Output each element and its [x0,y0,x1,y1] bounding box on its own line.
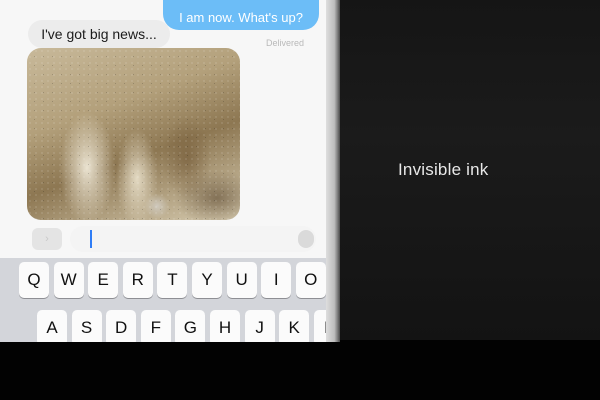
key-h[interactable]: H [210,310,240,342]
delivery-status: Delivered [266,38,305,48]
key-s[interactable]: S [71,310,102,342]
stage-floor [0,340,600,400]
camera-button[interactable]: › [32,228,62,250]
message-input-bar: › [0,224,326,256]
invisible-ink-image-message[interactable] [27,48,240,220]
key-q[interactable]: Q [19,262,49,298]
keyboard-row-1: QWERTYUIOP [0,262,340,302]
keynote-stage: Invisible ink I am now. What's up? Deliv… [0,0,600,400]
key-j[interactable]: J [244,310,275,342]
slide-caption: Invisible ink [398,160,489,179]
messages-screen: I am now. What's up? Delivered I've got … [0,0,340,342]
message-text-field[interactable] [70,226,316,252]
received-message-bubble[interactable]: I've got big news... [28,20,170,48]
key-o[interactable]: O [295,262,326,298]
phone-bezel [326,0,340,342]
key-d[interactable]: D [106,310,137,342]
key-a[interactable]: A [37,310,67,342]
key-g[interactable]: G [175,310,206,342]
key-k[interactable]: K [279,310,310,342]
key-w[interactable]: W [53,262,84,298]
key-e[interactable]: E [88,262,119,298]
text-cursor [90,230,92,248]
key-f[interactable]: F [140,310,171,342]
key-i[interactable]: I [261,262,292,298]
sent-message-bubble[interactable]: I am now. What's up? [163,0,319,30]
chevron-right-icon: › [45,233,49,245]
key-u[interactable]: U [226,262,257,298]
key-r[interactable]: R [122,262,153,298]
key-y[interactable]: Y [192,262,222,298]
on-screen-keyboard: QWERTYUIOP ASDFGHJKL [0,258,340,342]
microphone-icon[interactable] [298,230,314,248]
keyboard-row-2: ASDFGHJKL [0,310,340,342]
invisible-ink-particles [27,48,240,220]
key-t[interactable]: T [157,262,188,298]
